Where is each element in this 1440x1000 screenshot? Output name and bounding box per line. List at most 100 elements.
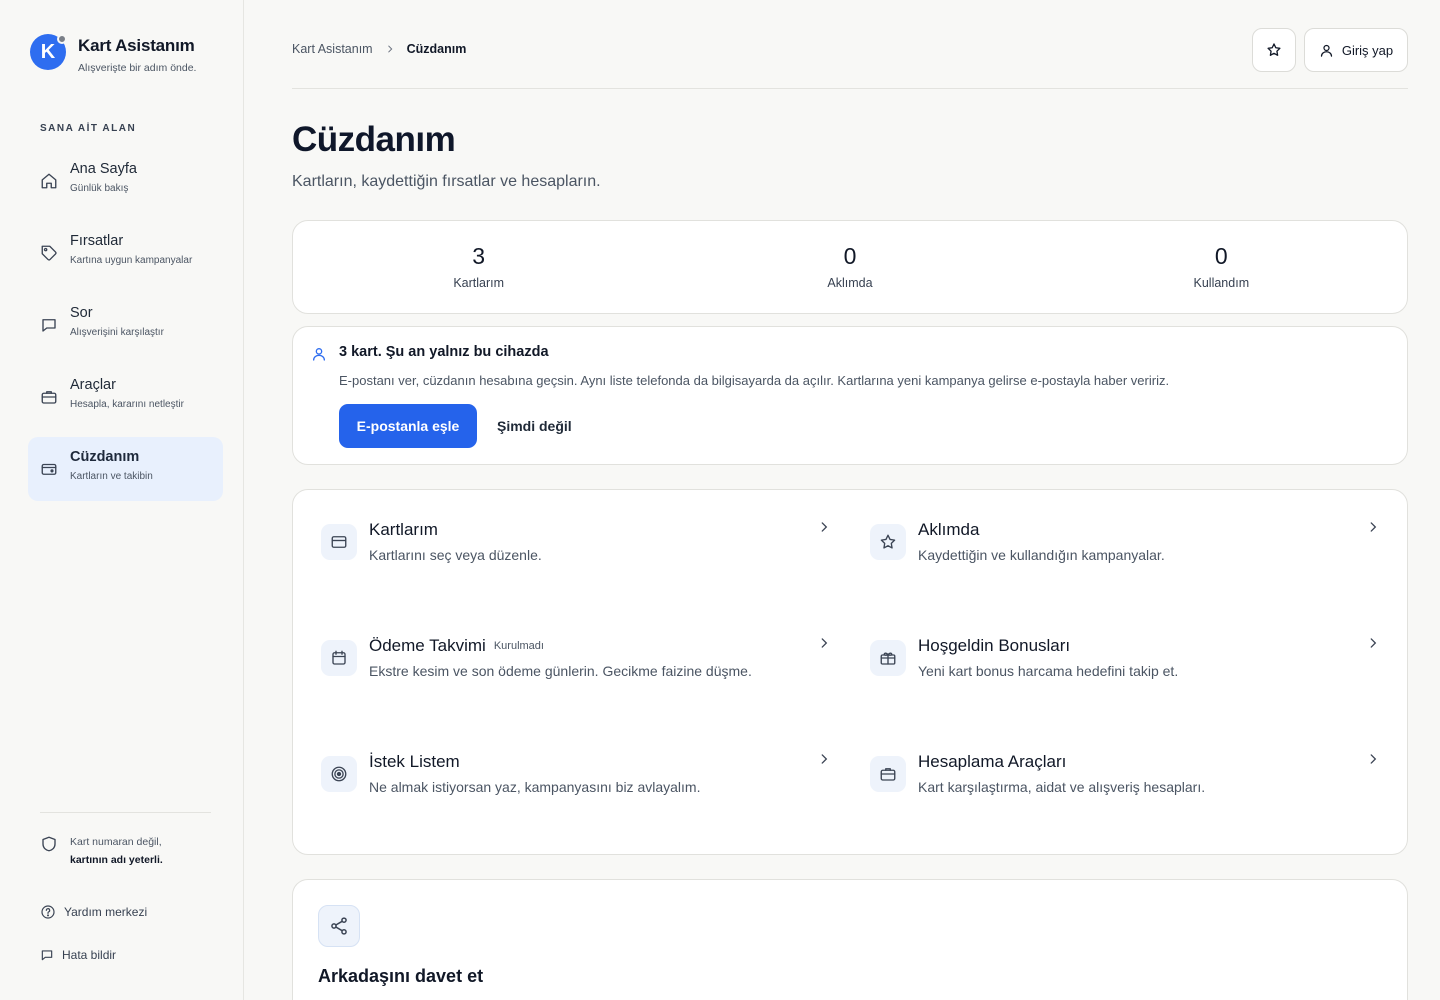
user-icon: [1320, 44, 1332, 57]
stat-kartlarim[interactable]: 3 Kartlarım: [293, 221, 664, 313]
stat-label: Kullandım: [1193, 276, 1250, 290]
tool-desc: Ekstre kesim ve son ödeme günlerin. Geci…: [369, 663, 752, 679]
sidebar-item-araclar[interactable]: Araçlar Hesapla, kararını netleştir: [28, 365, 223, 429]
stat-kullandim[interactable]: 0 Kullandım: [1036, 221, 1407, 313]
tag-icon: [41, 245, 57, 261]
tool-hosgeldin-bonuslari[interactable]: Hoşgeldin Bonusları Yeni kart bonus harc…: [870, 636, 1380, 706]
breadcrumb-root[interactable]: Kart Asistanım: [292, 42, 373, 56]
tool-icon-box: [321, 756, 357, 792]
tool-desc: Yeni kart bonus harcama hedefini takip e…: [918, 663, 1179, 679]
sidebar-item-label: Cüzdanım: [70, 449, 140, 465]
chat-icon: [41, 950, 53, 961]
sync-notice-title: 3 kart. Şu an yalnız bu cihazda: [339, 344, 549, 360]
tool-icon-box: [870, 640, 906, 676]
chevron-right-icon: [1370, 638, 1377, 648]
report-bug-label: Hata bildir: [62, 948, 117, 962]
tool-odeme-takvimi[interactable]: Ödeme Takvimi Kurulmadı Ekstre kesim ve …: [321, 636, 831, 706]
sidebar-item-firsatlar[interactable]: Fırsatlar Kartına uygun kampanyalar: [28, 221, 223, 285]
tool-hesaplama-araclari[interactable]: Hesaplama Araçları Kart karşılaştırma, a…: [870, 752, 1380, 822]
page-title: Cüzdanım: [292, 120, 456, 159]
sidebar-item-sub: Hesapla, kararını netleştir: [70, 399, 184, 410]
chat-icon: [42, 319, 56, 332]
report-bug-link[interactable]: Hata bildir: [40, 948, 116, 962]
sidebar-item-sub: Günlük bakış: [70, 183, 129, 194]
stat-label: Kartlarım: [453, 276, 505, 290]
security-note-line2: kartının adı yeterli.: [70, 854, 163, 866]
tool-desc: Kart karşılaştırma, aidat ve alışveriş h…: [918, 779, 1206, 795]
help-center-link[interactable]: Yardım merkezi: [40, 904, 147, 920]
target-icon: [331, 766, 347, 782]
not-now-button[interactable]: Şimdi değil: [497, 404, 572, 448]
tool-desc: Kaydettiğin ve kullandığın kampanyalar.: [918, 547, 1165, 563]
tool-title: Ödeme Takvimi Kurulmadı: [369, 636, 544, 656]
star-icon: [880, 534, 896, 549]
tool-title: Kartlarım: [369, 520, 438, 540]
shield-icon: [42, 836, 56, 852]
sidebar-divider: [40, 812, 211, 813]
security-note: Kart numaran değil, kartının adı yeterli…: [40, 833, 163, 869]
chevron-right-icon: [387, 45, 392, 53]
sidebar-item-ana-sayfa[interactable]: Ana Sayfa Günlük bakış: [28, 149, 223, 213]
breadcrumb: Kart Asistanım Cüzdanım: [292, 42, 466, 56]
sidebar-nav: Ana Sayfa Günlük bakış Fırsatlar Kartına…: [28, 149, 223, 509]
chevron-right-icon: [821, 638, 828, 648]
login-button[interactable]: Giriş yap: [1304, 28, 1408, 72]
tool-title: Aklımda: [918, 520, 979, 540]
tool-desc: Ne almak istiyorsan yaz, kampanyasını bi…: [369, 779, 701, 795]
stat-value: 3: [472, 243, 486, 269]
chevron-right-icon: [1370, 522, 1377, 532]
tool-icon-box: [321, 640, 357, 676]
sidebar-item-label: Sor: [70, 305, 93, 321]
user-icon: [313, 348, 325, 361]
brand-title: Kart Asistanım: [78, 36, 195, 55]
sidebar-item-sub: Kartların ve takibin: [70, 471, 153, 482]
sidebar: K Kart Asistanım Alışverişte bir adım ön…: [0, 0, 244, 1000]
security-note-line1: Kart numaran değil,: [70, 836, 162, 848]
brand-subtitle: Alışverişte bir adım önde.: [78, 62, 197, 74]
stat-value: 0: [843, 243, 857, 269]
sidebar-item-label: Araçlar: [70, 377, 116, 393]
tool-aklimda[interactable]: Aklımda Kaydettiğin ve kullandığın kampa…: [870, 520, 1380, 590]
page-subtitle: Kartların, kaydettiğin fırsatlar ve hesa…: [292, 173, 601, 190]
sidebar-section-label: SANA AİT ALAN: [40, 123, 137, 134]
tool-title-text: Hoşgeldin Bonusları: [918, 636, 1071, 655]
tool-kartlarim[interactable]: Kartlarım Kartlarını seç veya düzenle.: [321, 520, 831, 590]
sidebar-item-cuzdanim[interactable]: Cüzdanım Kartların ve takibin: [28, 437, 223, 501]
invite-icon-box: [318, 905, 360, 947]
tool-title: İstek Listem: [369, 752, 460, 772]
help-icon: [41, 905, 55, 919]
stat-label: Aklımda: [827, 276, 873, 290]
stats-card: 3 Kartlarım 0 Aklımda 0 Kullandım: [292, 220, 1408, 314]
tool-istek-listem[interactable]: İstek Listem Ne almak istiyorsan yaz, ka…: [321, 752, 831, 822]
wallet-icon: [41, 463, 57, 475]
help-center-label: Yardım merkezi: [64, 905, 148, 919]
tool-title: Hoşgeldin Bonusları: [918, 636, 1070, 656]
tool-title-text: Ödeme Takvimi: [369, 636, 486, 655]
logo-letter: K: [40, 40, 56, 63]
invite-friend-card[interactable]: Arkadaşını davet et: [292, 879, 1408, 1000]
logo: K: [30, 34, 67, 70]
gift-icon: [880, 652, 896, 665]
sync-notice-text: E-postanı ver, cüzdanın hesabına geçsin.…: [339, 373, 1170, 388]
chevron-right-icon: [821, 522, 828, 532]
tool-title-text: Aklımda: [918, 520, 980, 539]
wallet-tools-card: Kartlarım Kartlarını seç veya düzenle. A…: [292, 489, 1408, 855]
sidebar-item-sor[interactable]: Sor Alışverişini karşılaştır: [28, 293, 223, 357]
sidebar-item-label: Ana Sayfa: [70, 161, 137, 177]
favorites-button[interactable]: [1252, 28, 1296, 72]
stat-aklimda[interactable]: 0 Aklımda: [664, 221, 1035, 313]
brand[interactable]: K Kart Asistanım Alışverişte bir adım ön…: [30, 34, 196, 74]
sidebar-item-label: Fırsatlar: [70, 233, 124, 249]
star-icon: [1267, 43, 1281, 56]
tool-desc: Kartlarını seç veya düzenle.: [369, 547, 542, 563]
credit-card-icon: [331, 536, 347, 548]
tool-title-text: Hesaplama Araçları: [918, 752, 1067, 771]
calendar-icon: [332, 650, 346, 665]
logo-status-dot: [57, 34, 67, 44]
stat-value: 0: [1214, 243, 1228, 269]
sidebar-item-sub: Kartına uygun kampanyalar: [70, 255, 193, 266]
email-sync-button[interactable]: E-postanla eşle: [339, 404, 477, 448]
sidebar-item-sub: Alışverişini karşılaştır: [70, 327, 164, 338]
tool-title-text: Kartlarım: [369, 520, 438, 539]
tool-icon-box: [870, 524, 906, 560]
